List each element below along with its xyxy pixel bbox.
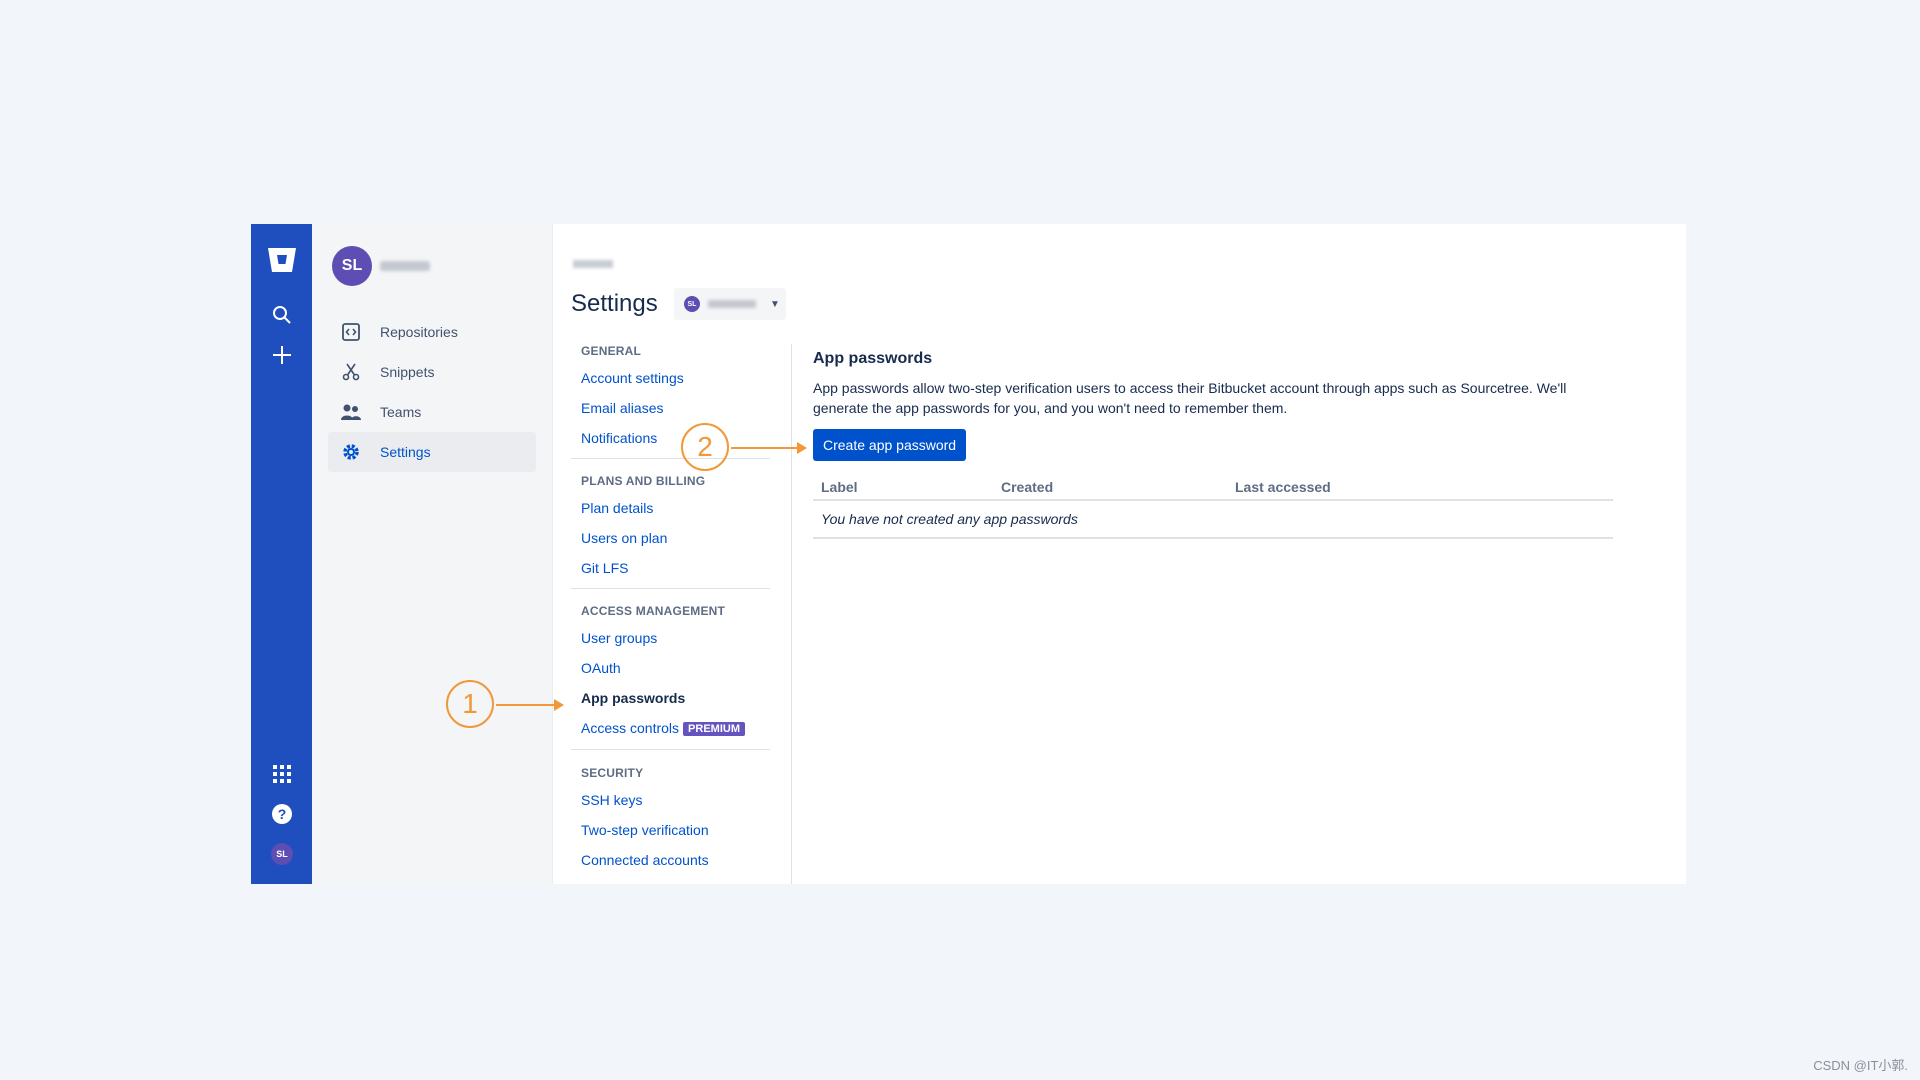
nav-access-controls[interactable]: Access controls PREMIUM xyxy=(581,720,745,736)
empty-message: You have not created any app passwords xyxy=(821,511,1078,527)
profile-avatar-initials: SL xyxy=(271,843,293,865)
section-heading-plans: PLANS AND BILLING xyxy=(581,474,706,488)
page-title: Settings xyxy=(571,290,658,317)
sidebar-item-label: Repositories xyxy=(380,324,458,340)
table-empty-row: You have not created any app passwords xyxy=(813,501,1613,539)
premium-badge: PREMIUM xyxy=(683,722,745,736)
divider xyxy=(571,588,770,589)
profile-avatar[interactable]: SL xyxy=(266,838,298,870)
nav-account-settings[interactable]: Account settings xyxy=(581,370,684,386)
sidebar-user[interactable]: SL xyxy=(332,246,430,286)
section-description: App passwords allow two-step verificatio… xyxy=(813,380,1567,416)
nav-user-groups[interactable]: User groups xyxy=(581,630,657,646)
app-window: ? SL SL Repositories Snippets Teams Sett… xyxy=(251,224,1686,884)
search-icon[interactable] xyxy=(266,299,298,331)
global-nav: ? SL xyxy=(251,224,312,884)
svg-text:?: ? xyxy=(278,806,287,822)
annotation-step-1: 1 xyxy=(446,680,494,728)
sidebar-item-repositories[interactable]: Repositories xyxy=(328,312,536,352)
section-title: App passwords xyxy=(813,350,933,367)
account-avatar: SL xyxy=(684,296,700,312)
nav-app-passwords[interactable]: App passwords xyxy=(581,690,685,706)
sidebar-item-label: Snippets xyxy=(380,364,435,380)
code-icon xyxy=(340,323,362,341)
nav-connected-accounts[interactable]: Connected accounts xyxy=(581,852,709,868)
account-switcher[interactable]: SL ▼ xyxy=(674,288,786,320)
divider xyxy=(571,749,770,750)
plus-icon[interactable] xyxy=(266,339,298,371)
column-label[interactable]: Label xyxy=(821,479,858,495)
nav-users-on-plan[interactable]: Users on plan xyxy=(581,530,667,546)
sidebar-item-settings[interactable]: Settings xyxy=(328,432,536,472)
sidebar-item-label: Teams xyxy=(380,404,422,420)
sidebar-item-teams[interactable]: Teams xyxy=(328,392,536,432)
watermark: CSDN @IT小郭. xyxy=(1813,1058,1908,1073)
avatar: SL xyxy=(332,246,372,286)
table-header: Label Created Last accessed xyxy=(813,475,1613,501)
apps-grid-icon[interactable] xyxy=(266,758,298,790)
column-created[interactable]: Created xyxy=(1001,479,1053,495)
create-app-password-button[interactable]: Create app password xyxy=(813,429,967,461)
chevron-down-icon: ▼ xyxy=(770,298,780,310)
nav-oauth[interactable]: OAuth xyxy=(581,660,621,676)
account-name-redacted xyxy=(708,300,756,308)
column-last-accessed[interactable]: Last accessed xyxy=(1235,479,1331,495)
annotation-step-2: 2 xyxy=(681,423,729,471)
section-heading-general: GENERAL xyxy=(581,344,642,358)
nav-two-step-verification[interactable]: Two-step verification xyxy=(581,822,709,838)
people-icon xyxy=(340,403,362,421)
username-redacted xyxy=(380,261,430,271)
annotation-arrow-2 xyxy=(731,442,807,454)
nav-email-aliases[interactable]: Email aliases xyxy=(581,400,663,416)
divider xyxy=(571,458,770,459)
gear-icon xyxy=(340,442,362,462)
nav-content-divider xyxy=(791,344,792,884)
help-icon[interactable]: ? xyxy=(266,798,298,830)
nav-notifications[interactable]: Notifications xyxy=(581,430,657,446)
annotation-arrow-1 xyxy=(496,699,564,711)
main-area: Settings SL ▼ GENERAL Account settings E… xyxy=(553,224,1686,884)
scissors-icon xyxy=(340,363,362,381)
nav-ssh-keys[interactable]: SSH keys xyxy=(581,792,642,808)
nav-git-lfs[interactable]: Git LFS xyxy=(581,560,628,576)
nav-access-controls-label: Access controls xyxy=(581,720,680,736)
bitbucket-logo-icon[interactable] xyxy=(266,244,298,276)
sidebar-item-label: Settings xyxy=(380,444,431,460)
sidebar: SL Repositories Snippets Teams Settings xyxy=(312,224,553,884)
breadcrumb[interactable] xyxy=(573,260,613,268)
section-heading-access: ACCESS MANAGEMENT xyxy=(581,604,726,618)
nav-plan-details[interactable]: Plan details xyxy=(581,500,653,516)
sidebar-item-snippets[interactable]: Snippets xyxy=(328,352,536,392)
section-heading-security: SECURITY xyxy=(581,766,644,780)
